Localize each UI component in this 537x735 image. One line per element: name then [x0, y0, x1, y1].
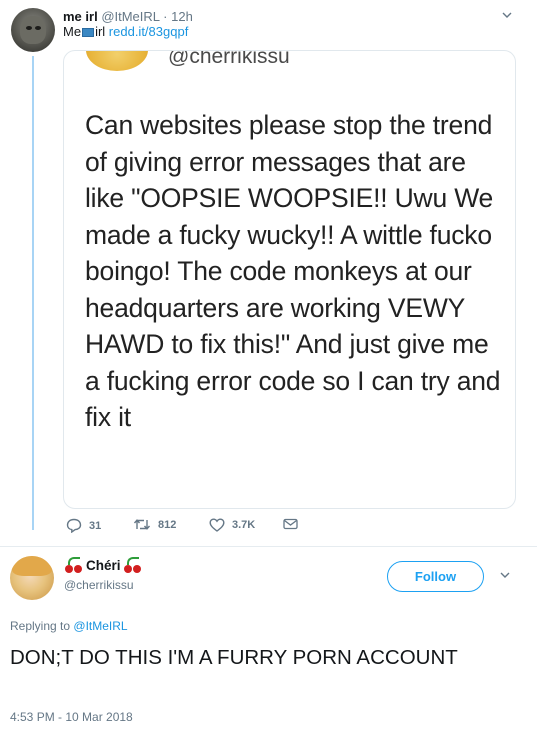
avatar-hair — [12, 556, 52, 576]
tweet-media-image[interactable]: @cherrikissu Can websites please stop th… — [63, 50, 516, 509]
tweet-text-post: irl — [95, 24, 106, 39]
reply-count: 31 — [89, 519, 102, 532]
retweet-button[interactable]: 812 — [133, 518, 176, 531]
avatar-eye — [26, 26, 32, 30]
media-avatar-fragment — [86, 51, 148, 71]
avatar[interactable] — [10, 556, 54, 600]
cherry-icon — [64, 557, 84, 573]
laptop-icon — [82, 28, 95, 37]
tweet-time[interactable]: · 12h — [163, 9, 193, 24]
tweet-link[interactable]: redd.it/83gqpf — [109, 24, 189, 39]
like-count: 3.7K — [232, 519, 256, 531]
retweet-icon — [133, 519, 151, 530]
chevron-down-icon[interactable] — [498, 569, 512, 583]
tweet-reply: Chéri @cherrikissu Follow Replying to @I… — [0, 546, 537, 735]
envelope-icon — [283, 518, 298, 530]
avatar-eye — [35, 26, 41, 30]
author-name[interactable]: me irl — [63, 9, 98, 24]
heart-icon — [209, 518, 225, 532]
replying-prefix: Replying to — [10, 619, 71, 633]
tweet-header: me irl @ItMeIRL · 12h — [63, 9, 193, 24]
tweet-text: Me irl redd.it/83gqpf — [63, 24, 188, 39]
reply-icon — [66, 518, 82, 533]
follow-button[interactable]: Follow — [387, 561, 484, 592]
like-button[interactable]: 3.7K — [209, 518, 255, 532]
author-name-row[interactable]: Chéri — [64, 557, 143, 573]
avatar[interactable] — [11, 8, 55, 52]
chevron-down-icon[interactable] — [500, 9, 514, 23]
thread-line — [32, 56, 34, 530]
retweet-count: 812 — [158, 518, 177, 531]
author-handle[interactable]: @ItMeIRL — [101, 9, 159, 24]
media-text: Can websites please stop the trend of gi… — [85, 110, 501, 432]
reply-button[interactable]: 31 — [66, 518, 101, 533]
author-name: Chéri — [86, 557, 121, 573]
tweet-original: me irl @ItMeIRL · 12h Me irl redd.it/83gq… — [0, 0, 537, 545]
avatar-face — [20, 16, 46, 44]
replying-to: Replying to @ItMeIRL — [10, 619, 128, 633]
tweet-text-pre: Me — [63, 24, 82, 39]
author-handle[interactable]: @cherrikissu — [64, 578, 134, 592]
direct-message-button[interactable] — [283, 518, 298, 530]
media-handle: @cherrikissu — [168, 50, 290, 68]
tweet-timestamp[interactable]: 4:53 PM - 10 Mar 2018 — [10, 710, 133, 724]
replying-mention[interactable]: @ItMeIRL — [73, 619, 127, 633]
cherry-icon — [123, 557, 143, 573]
tweet-text: DON;T DO THIS I'M A FURRY PORN ACCOUNT — [10, 646, 458, 669]
